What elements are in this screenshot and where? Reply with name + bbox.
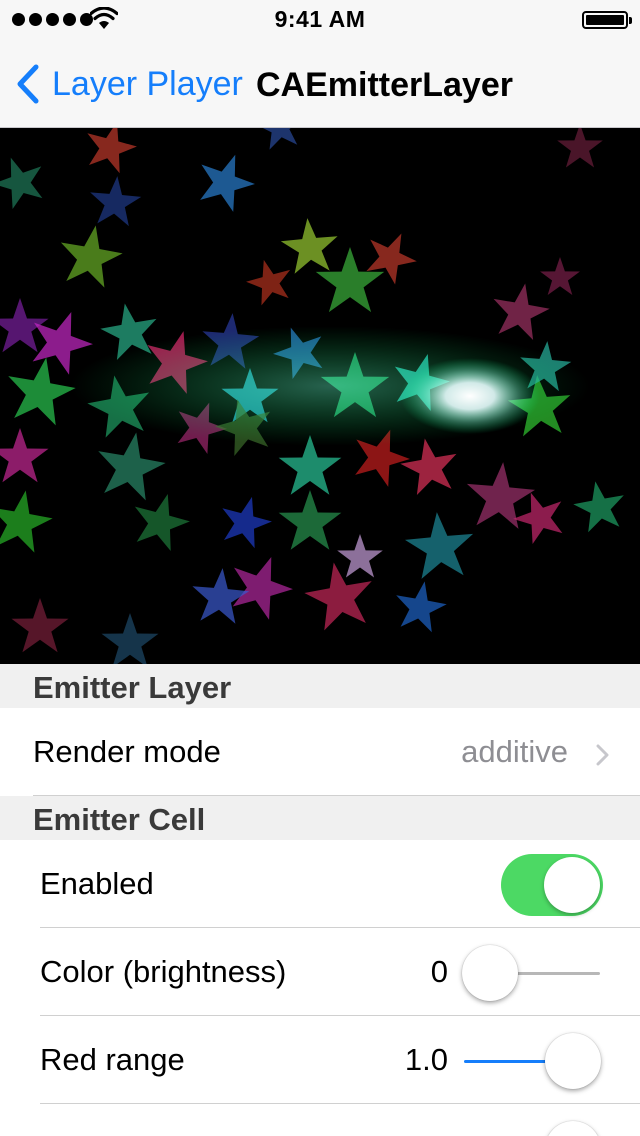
star-icon bbox=[126, 486, 196, 554]
back-button[interactable]: Layer Player bbox=[14, 64, 243, 104]
star-icon bbox=[557, 128, 603, 168]
enabled-label: Enabled bbox=[40, 866, 154, 901]
section-header-emitter-cell: Emitter Cell bbox=[0, 796, 640, 840]
star-icon bbox=[390, 576, 450, 634]
star-icon bbox=[278, 215, 341, 275]
render-mode-label: Render mode bbox=[33, 734, 221, 769]
page-title: CAEmitterLayer bbox=[256, 66, 513, 104]
section-title: Emitter Cell bbox=[33, 802, 206, 837]
star-icon bbox=[402, 509, 477, 581]
star-icon bbox=[0, 298, 49, 353]
star-icon bbox=[189, 145, 263, 216]
partial-row bbox=[0, 1104, 640, 1136]
star-icon bbox=[0, 428, 49, 483]
enabled-toggle[interactable] bbox=[501, 854, 603, 916]
particle-field bbox=[0, 128, 630, 664]
star-icon bbox=[221, 546, 301, 624]
red-range-label: Red range bbox=[40, 1042, 185, 1077]
star-icon bbox=[253, 128, 306, 152]
star-icon bbox=[11, 598, 69, 653]
color-brightness-row: Color (brightness) 0 bbox=[0, 928, 640, 1016]
star-icon bbox=[101, 613, 159, 664]
red-range-slider-thumb[interactable] bbox=[545, 1033, 601, 1089]
star-icon bbox=[79, 128, 142, 176]
star-icon bbox=[315, 247, 385, 313]
star-icon bbox=[87, 173, 143, 228]
particle-core bbox=[400, 358, 540, 434]
enabled-row: Enabled bbox=[0, 840, 640, 928]
screen: 9:41 AM Layer Player CAEmitterLayer Emit… bbox=[0, 0, 640, 1136]
star-icon bbox=[337, 534, 383, 578]
star-icon bbox=[0, 485, 57, 555]
render-mode-row[interactable]: Render mode additive bbox=[0, 708, 640, 796]
color-brightness-slider-thumb[interactable] bbox=[462, 945, 518, 1001]
color-brightness-label: Color (brightness) bbox=[40, 954, 287, 989]
battery-icon bbox=[582, 11, 632, 29]
status-bar: 9:41 AM bbox=[0, 0, 640, 40]
render-mode-value: additive bbox=[461, 734, 568, 769]
chevron-left-icon bbox=[17, 64, 39, 104]
chevron-right-icon bbox=[596, 744, 609, 766]
star-icon bbox=[540, 257, 580, 296]
section-header-emitter-layer: Emitter Layer bbox=[0, 664, 640, 708]
star-icon bbox=[241, 253, 298, 308]
status-time: 9:41 AM bbox=[274, 6, 366, 32]
navigation-bar: Layer Player CAEmitterLayer bbox=[0, 40, 640, 128]
slider-thumb[interactable] bbox=[545, 1121, 601, 1136]
star-icon bbox=[54, 220, 127, 290]
back-button-label: Layer Player bbox=[52, 64, 243, 103]
red-range-value: 1.0 bbox=[404, 1042, 448, 1077]
star-icon bbox=[278, 490, 342, 550]
section-title: Emitter Layer bbox=[33, 670, 232, 705]
star-icon bbox=[91, 426, 170, 503]
toggle-knob bbox=[544, 857, 600, 913]
red-range-row: Red range 1.0 bbox=[0, 1016, 640, 1104]
star-icon bbox=[487, 278, 554, 342]
star-icon bbox=[570, 476, 630, 534]
color-brightness-value: 0 bbox=[430, 954, 448, 989]
star-icon bbox=[0, 148, 52, 213]
emitter-preview bbox=[0, 128, 640, 664]
star-icon bbox=[214, 490, 277, 551]
